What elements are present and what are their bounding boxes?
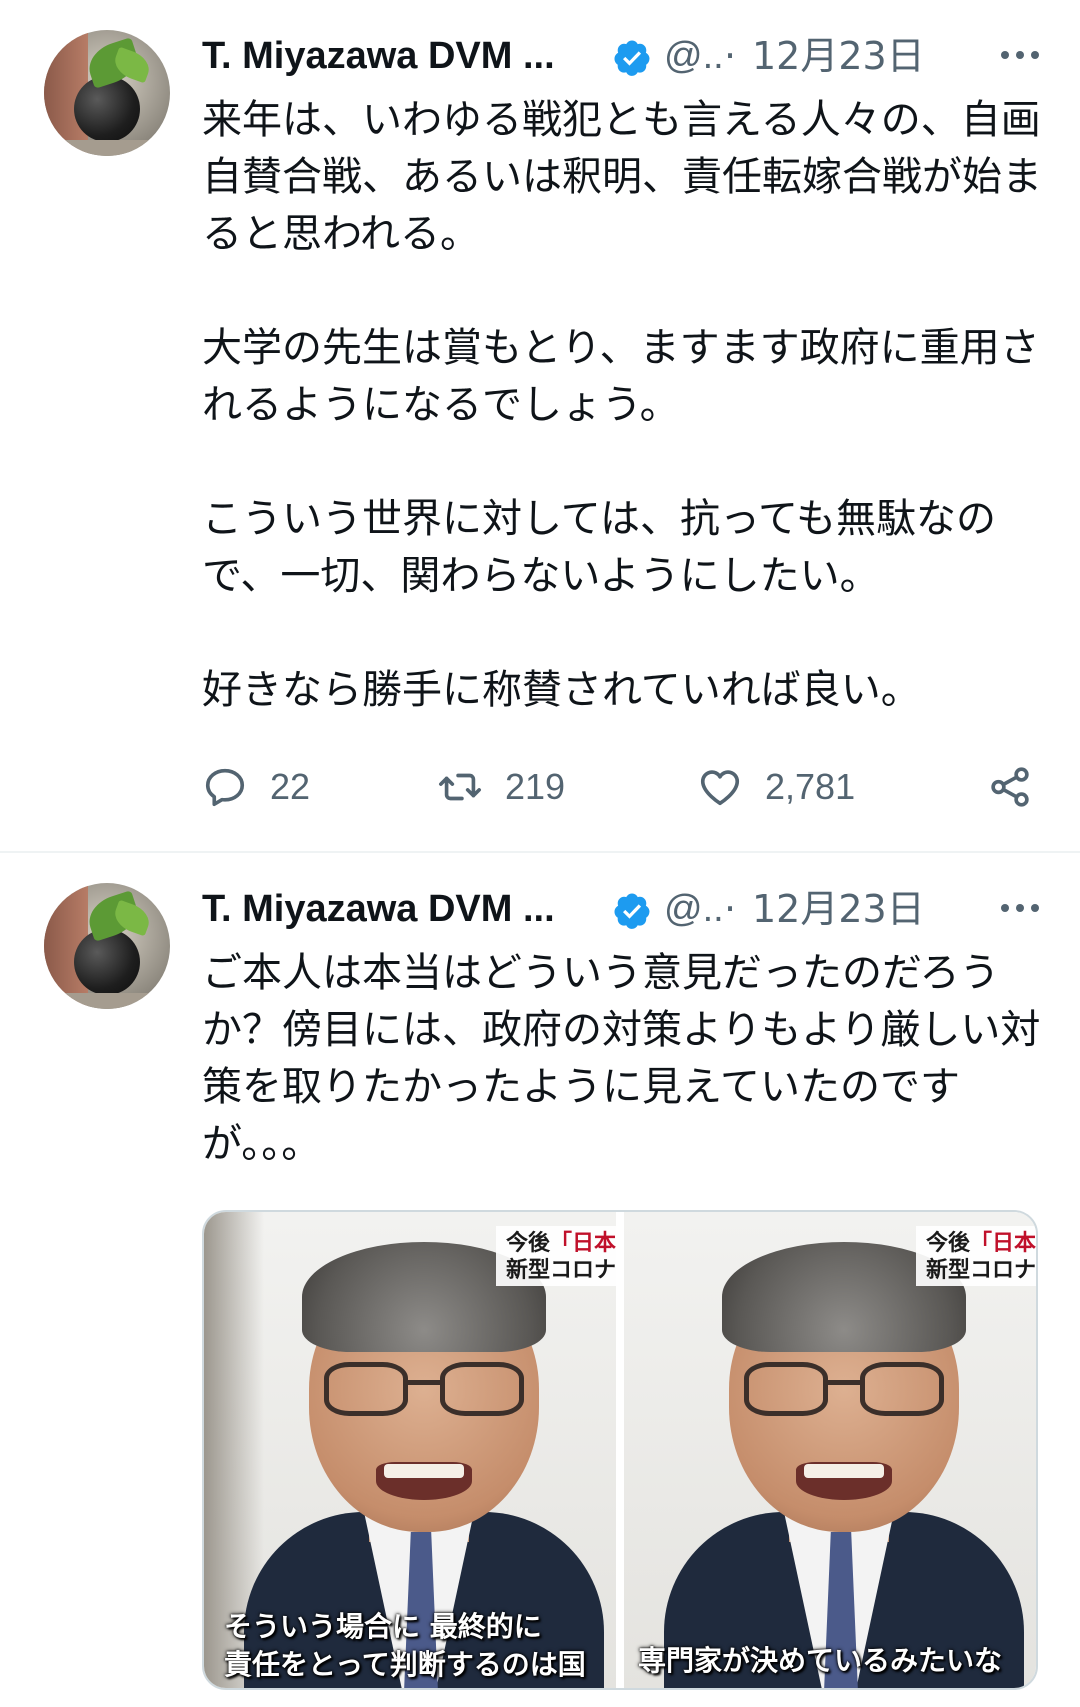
retweet-count: 219 xyxy=(505,766,566,807)
caption-prefix: 今後 xyxy=(506,1231,551,1256)
tweet-paragraph: 来年は、いわゆる戦犯とも言える人々の、自画自賛合戦、あるいは釈明、責任転嫁合戦が… xyxy=(202,97,1042,257)
news-caption: 今後「日本 新型コロナ xyxy=(916,1226,1036,1286)
tweet-date[interactable]: 12月23日 xyxy=(752,887,925,931)
media-grid: 今後「日本 新型コロナ そういう場合に 最終的に 責任をとって判断するのは国 今… xyxy=(202,1210,1038,1690)
tweet[interactable]: T. Miyazawa DVM ... @.. · 12月23日 ご本人は本当は… xyxy=(0,853,1080,1707)
tweet-paragraph: 大学の先生は賞もとり、ますます政府に重用されるようになるでしょう。 xyxy=(202,325,1040,428)
avatar[interactable] xyxy=(44,883,170,1009)
media-photo[interactable]: 今後「日本 新型コロナ そういう場合に 最終的に 責任をとって判断するのは国 xyxy=(204,1212,616,1688)
verified-badge-icon xyxy=(614,893,650,929)
tweet-text: 来年は、いわゆる戦犯とも言える人々の、自画自賛合戦、あるいは釈明、責任転嫁合戦が… xyxy=(202,92,1042,719)
tweet-date[interactable]: 12月23日 xyxy=(752,34,925,78)
share-icon xyxy=(991,767,1029,807)
tweet-header: T. Miyazawa DVM ... @.. · 12月23日 xyxy=(202,883,1042,935)
share-button[interactable] xyxy=(987,762,1043,812)
avatar[interactable] xyxy=(44,30,170,156)
like-icon xyxy=(700,770,740,806)
like-count: 2,781 xyxy=(765,766,856,807)
caption-red-text: 「日本 xyxy=(550,1231,616,1256)
display-name[interactable]: T. Miyazawa DVM ... xyxy=(202,34,555,78)
handle[interactable]: @.. xyxy=(664,34,724,78)
caption-red-text: 「日本 xyxy=(970,1231,1036,1256)
tweet-paragraph: ご本人は本当はどういう意見だったのだろうか？傍目には、政府の対策よりもより厳しい… xyxy=(202,950,1041,1167)
media-photo[interactable]: 今後「日本 新型コロナ 専門家が決めているみたいな xyxy=(624,1212,1036,1688)
tweet-header: T. Miyazawa DVM ... @.. · 12月23日 xyxy=(202,30,1042,82)
tweet[interactable]: T. Miyazawa DVM ... @.. · 12月23日 来年は、いわゆ… xyxy=(0,0,1080,852)
retweet-button[interactable]: 219 xyxy=(437,762,607,812)
tweet-actions: 22 219 2,781 xyxy=(202,762,1042,812)
more-options-icon[interactable] xyxy=(997,40,1043,70)
like-button[interactable]: 2,781 xyxy=(697,762,897,812)
retweet-icon xyxy=(439,773,481,801)
subtitle-line: 責任をとって判断するのは国 xyxy=(224,1648,586,1681)
tweet-paragraph: こういう世界に対しては、抗っても無駄なので、一切、関わらないようにしたい。 xyxy=(202,496,996,599)
subtitle-line: 専門家が決めているみたいな xyxy=(638,1644,1003,1677)
caption-prefix: 今後 xyxy=(926,1231,971,1256)
handle[interactable]: @.. xyxy=(664,887,724,931)
subtitle-line: そういう場合に 最終的に xyxy=(224,1610,542,1643)
caption-line2: 新型コロナ xyxy=(926,1258,1036,1283)
video-subtitle: そういう場合に 最終的に 責任をとって判断するのは国 xyxy=(224,1608,616,1684)
news-caption: 今後「日本 新型コロナ xyxy=(496,1226,616,1286)
verified-badge-icon xyxy=(614,40,650,76)
separator: · xyxy=(724,887,737,931)
tweet-paragraph: 好きなら勝手に称賛されていれば良い。 xyxy=(202,667,921,713)
reply-icon xyxy=(205,768,245,807)
more-options-icon[interactable] xyxy=(997,893,1043,923)
reply-count: 22 xyxy=(270,766,311,807)
caption-line2: 新型コロナ xyxy=(506,1258,616,1283)
separator: · xyxy=(724,34,737,78)
reply-button[interactable]: 22 xyxy=(202,762,342,812)
video-subtitle: 専門家が決めているみたいな xyxy=(638,1642,1036,1680)
tweet-text: ご本人は本当はどういう意見だったのだろうか？傍目には、政府の対策よりもより厳しい… xyxy=(202,945,1042,1173)
display-name[interactable]: T. Miyazawa DVM ... xyxy=(202,887,555,931)
